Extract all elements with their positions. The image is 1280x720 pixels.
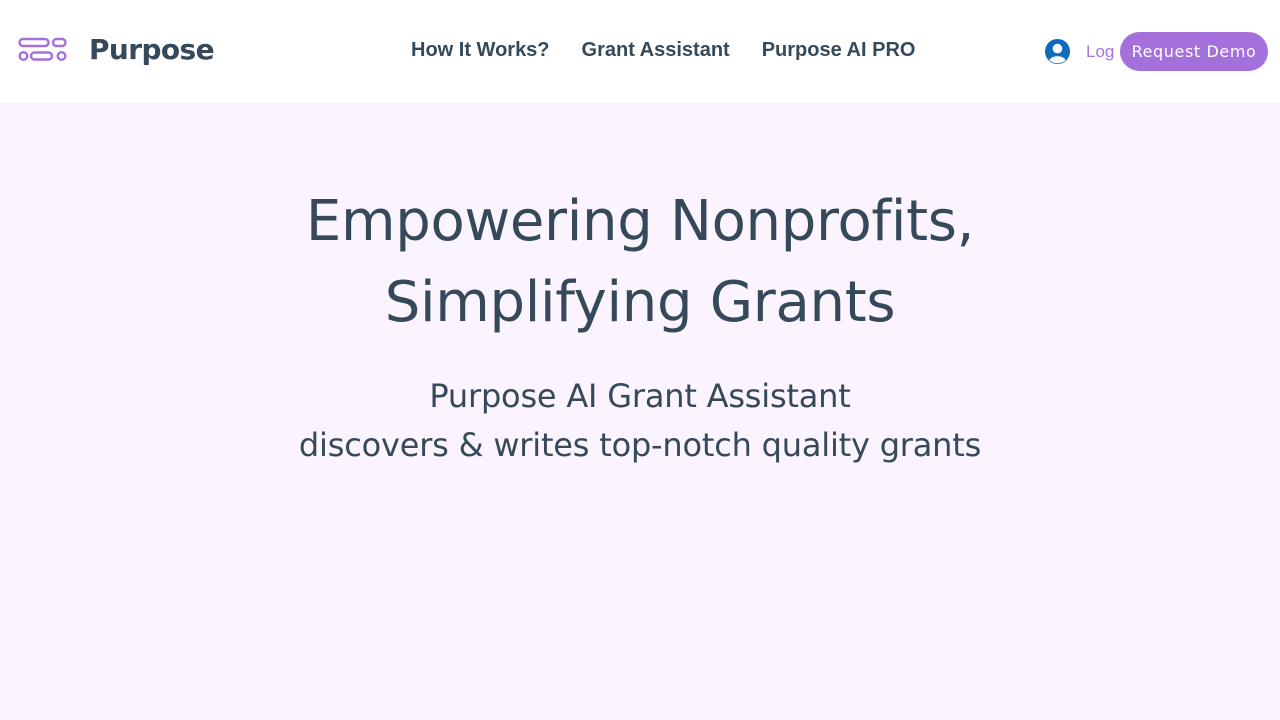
hero-subtitle-line-2: discovers & writes top-notch quality gra… xyxy=(298,426,982,464)
nav-how-it-works[interactable]: How It Works? xyxy=(395,36,566,64)
brand-name: Purpose xyxy=(89,33,215,66)
user-avatar-icon xyxy=(1044,38,1071,65)
hero-title-line-1: Empowering Nonprofits, xyxy=(305,189,975,254)
site-header: Purpose How It Works? Grant Assistant Pu… xyxy=(0,0,1280,103)
request-demo-button[interactable]: Request Demo xyxy=(1120,32,1268,71)
hero-section: Empowering Nonprofits, Simplifying Grant… xyxy=(0,103,1280,470)
purpose-logo-icon xyxy=(18,37,67,61)
nav-purpose-ai-pro[interactable]: Purpose AI PRO xyxy=(746,36,932,64)
nav-grant-assistant[interactable]: Grant Assistant xyxy=(566,36,746,64)
hero-subtitle-line-1: Purpose AI Grant Assistant xyxy=(429,377,851,415)
hero-title-line-2: Simplifying Grants xyxy=(384,270,896,335)
logo-link[interactable]: Purpose xyxy=(18,30,215,70)
main-nav: How It Works? Grant Assistant Purpose AI… xyxy=(395,36,931,64)
hero-subtitle: Purpose AI Grant Assistant discovers & w… xyxy=(0,372,1280,470)
hero-title: Empowering Nonprofits, Simplifying Grant… xyxy=(0,181,1280,343)
